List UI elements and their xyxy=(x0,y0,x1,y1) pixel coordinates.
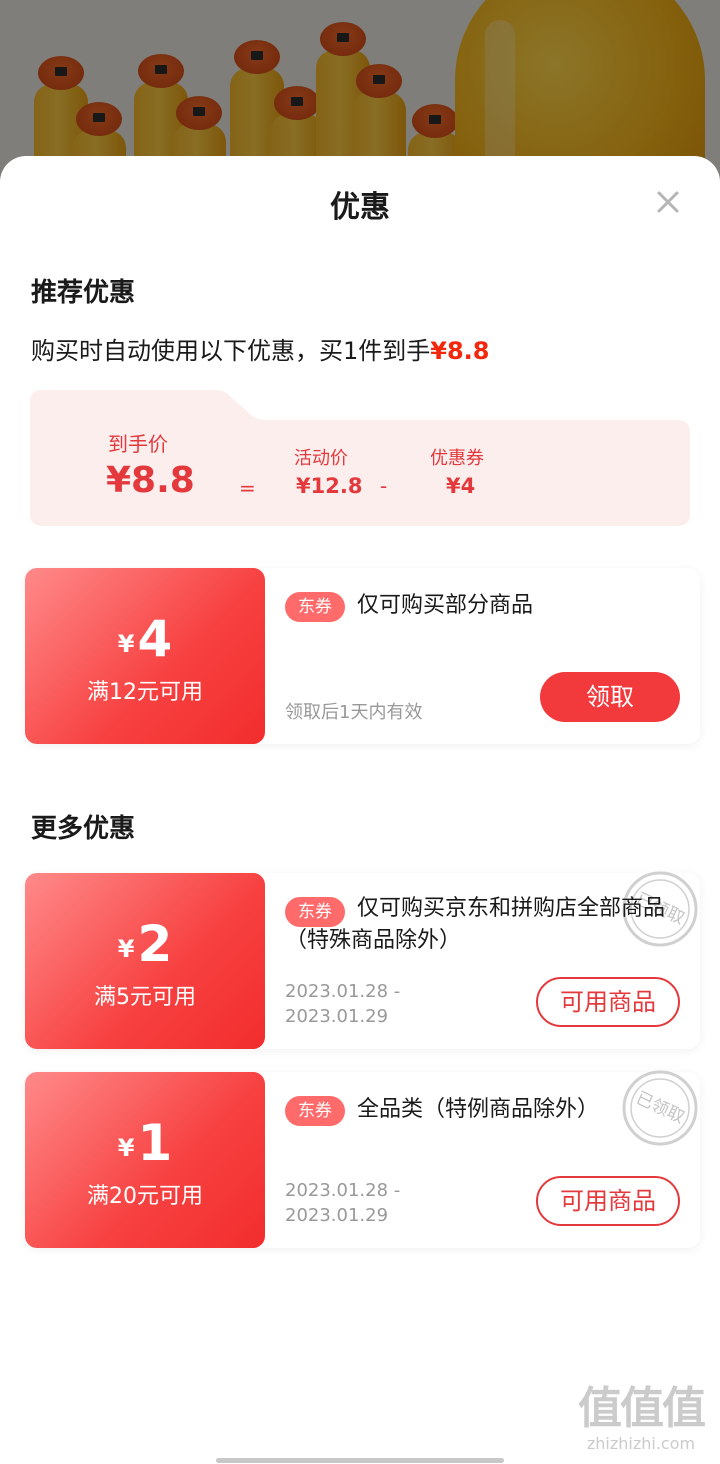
auto-apply-text: 购买时自动使用以下优惠，买1件到手¥8.8 xyxy=(31,331,490,366)
coupon-card: ¥1 满20元可用 已领取 东券 全品类（特例商品除外） 2023.01.28 … xyxy=(25,1070,700,1248)
watermark-url: zhizhizhi.com xyxy=(586,1434,696,1453)
coupon-date-start: 2023.01.28 - xyxy=(285,981,401,1002)
coupon-date-start: 2023.01.28 - xyxy=(285,1180,401,1201)
coupon-date-end: 2023.01.29 xyxy=(285,1006,389,1027)
coupon-sheet-screen: 优惠 推荐优惠 购买时自动使用以下优惠，买1件到手¥8.8 到手价 ¥8.8 =… xyxy=(0,0,720,1464)
available-products-button[interactable]: 可用商品 xyxy=(536,977,680,1027)
claimed-stamp-icon: 已领取 xyxy=(622,1070,698,1146)
recommended-coupon-card: ¥4 满12元可用 东券 仅可购买部分商品 领取后1天内有效 领取 xyxy=(25,568,700,744)
coupon-amount: ¥2 xyxy=(25,917,265,976)
stamp-text: 已领取 xyxy=(633,1088,688,1128)
coupon-validity: 领取后1天内有效 xyxy=(285,702,423,723)
minus-sign: - xyxy=(380,474,388,498)
coupon-amount: ¥1 xyxy=(25,1116,265,1175)
yen-sign: ¥ xyxy=(117,1134,135,1162)
sheet-title: 优惠 xyxy=(330,190,390,225)
coupon-label: 优惠券 xyxy=(430,448,484,469)
auto-apply-label: 购买时自动使用以下优惠，买1件到手 xyxy=(31,337,431,365)
coupon-amount-panel: ¥4 满12元可用 xyxy=(25,568,265,744)
amount-value: 4 xyxy=(137,610,173,668)
coupon-value: ¥4 xyxy=(446,474,476,498)
coupon-condition: 满20元可用 xyxy=(87,1184,203,1209)
amount-value: 1 xyxy=(137,1114,173,1172)
coupon-description: 仅可购买部分商品 xyxy=(357,593,534,618)
coupon-amount-panel: ¥2 满5元可用 xyxy=(25,873,265,1049)
amount-value: 2 xyxy=(137,915,173,973)
final-price-value: ¥8.8 xyxy=(106,460,195,501)
watermark-logo: 值值值 xyxy=(578,1383,706,1434)
coupon-amount-panel: ¥1 满20元可用 xyxy=(25,1072,265,1248)
auto-apply-price: ¥8.8 xyxy=(430,337,490,365)
coupon-amount: ¥4 xyxy=(25,612,265,671)
price-breakdown: 到手价 ¥8.8 = 活动价 ¥12.8 - 优惠券 ¥4 xyxy=(30,390,690,526)
final-price-label: 到手价 xyxy=(108,432,168,456)
equals-sign: = xyxy=(239,476,256,500)
activity-price-value: ¥12.8 xyxy=(296,474,363,498)
home-indicator[interactable] xyxy=(216,1458,504,1463)
coupon-description: 全品类（特例商品除外） xyxy=(357,1097,600,1122)
activity-price-label: 活动价 xyxy=(294,448,348,469)
coupon-condition: 满12元可用 xyxy=(87,680,203,705)
watermark: 值值值 zhizhizhi.com xyxy=(566,1385,716,1455)
more-section-title: 更多优惠 xyxy=(31,814,136,844)
coupon-bottom-sheet: 优惠 推荐优惠 购买时自动使用以下优惠，买1件到手¥8.8 到手价 ¥8.8 =… xyxy=(0,156,720,1464)
coupon-date-end: 2023.01.29 xyxy=(285,1205,389,1226)
coupon-card: ¥2 满5元可用 已领取 东券 仅可购买京东和拼购店全部商品（特殊商品除外） 2… xyxy=(25,871,700,1049)
coupon-condition: 满5元可用 xyxy=(94,985,196,1010)
jd-coupon-tag: 东券 xyxy=(285,1096,345,1126)
claim-button[interactable]: 领取 xyxy=(540,672,680,722)
yen-sign: ¥ xyxy=(117,630,135,658)
jd-coupon-tag: 东券 xyxy=(285,592,345,622)
yen-sign: ¥ xyxy=(117,935,135,963)
coupon-description: 仅可购买京东和拼购店全部商品（特殊商品除外） xyxy=(285,896,666,953)
close-icon[interactable] xyxy=(652,186,684,218)
recommended-section-title: 推荐优惠 xyxy=(31,278,136,308)
available-products-button[interactable]: 可用商品 xyxy=(536,1176,680,1226)
